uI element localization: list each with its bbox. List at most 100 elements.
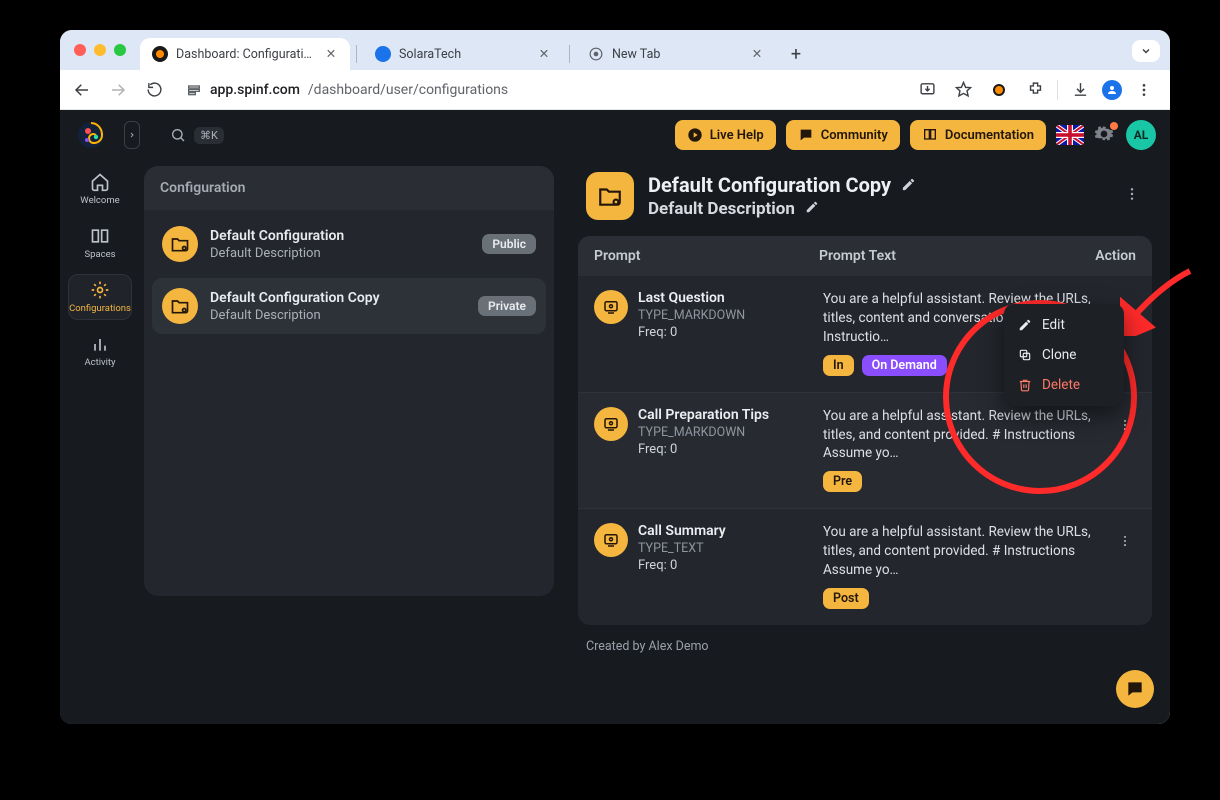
url-path: /dashboard/user/configurations [308,82,508,98]
close-tab-icon[interactable]: ✕ [537,47,551,61]
sidebar-item-label: Welcome [80,195,119,206]
window-controls [74,44,126,56]
popover-label: Clone [1042,347,1076,363]
site-recording-icon[interactable] [985,76,1013,104]
edit-title-button[interactable] [901,173,916,197]
live-help-button[interactable]: Live Help [675,120,776,150]
downloads-icon[interactable] [1066,76,1094,104]
notification-dot [1110,122,1118,130]
new-tab-button[interactable]: + [782,40,810,68]
settings-button[interactable] [1094,124,1116,146]
extensions-icon[interactable] [1021,76,1049,104]
user-avatar[interactable]: AL [1126,120,1156,150]
detail-more-button[interactable] [1120,182,1144,210]
row-actions-popover: Edit Clone Delete [1004,304,1124,406]
popover-edit[interactable]: Edit [1004,310,1124,340]
popover-label: Edit [1042,317,1065,333]
pencil-icon [901,177,916,192]
tab-favicon [375,46,391,62]
search-shortcut: ⌘K [194,127,224,144]
close-window-button[interactable] [74,44,86,56]
folder-gear-icon [586,172,634,220]
sidebar-item-activity[interactable]: Activity [68,328,132,374]
install-app-icon[interactable] [913,76,941,104]
configuration-item-0[interactable]: Default Configuration Default Descriptio… [152,216,546,272]
popover-clone[interactable]: Clone [1004,340,1124,370]
sidebar-item-welcome[interactable]: Welcome [68,166,132,212]
speech-icon [798,127,814,143]
configuration-description: Default Description [210,308,466,323]
sidebar-item-configurations[interactable]: Configurations [68,274,132,320]
prompt-row-1[interactable]: Call Preparation Tips TYPE_MARKDOWN Freq… [578,393,1152,510]
prompt-icon [594,290,628,324]
tab-divider [356,45,357,63]
community-button[interactable]: Community [786,120,900,150]
prompt-type: TYPE_TEXT [638,541,726,556]
popover-label: Delete [1042,377,1080,393]
bookmark-icon[interactable] [949,76,977,104]
copy-icon [1018,348,1032,362]
uk-flag-icon [1056,125,1084,145]
tab-favicon [152,46,168,62]
pencil-icon [805,200,819,214]
reload-button[interactable] [140,76,168,104]
tab-search-button[interactable] [1132,40,1160,62]
documentation-button[interactable]: Documentation [910,120,1046,150]
tag: On Demand [862,355,947,376]
configuration-description: Default Description [210,246,470,261]
address-bar[interactable]: app.spinf.com/dashboard/user/configurati… [176,75,905,105]
dots-vertical-icon [1118,418,1132,432]
fullscreen-window-button[interactable] [114,44,126,56]
search-input[interactable]: ⌘K [170,127,224,144]
tab-title: SolaraTech [399,47,529,62]
prompt-row-0[interactable]: Last Question TYPE_MARKDOWN Freq: 0 You … [578,276,1152,393]
browser-tab-1[interactable]: SolaraTech ✕ [363,38,563,70]
trash-icon [1018,378,1032,392]
row-more-button[interactable] [1114,529,1136,556]
brand-logo[interactable] [74,118,108,152]
folder-gear-icon [162,288,198,324]
app-root: ⌘K Live Help Community Documentation [60,110,1170,724]
close-tab-icon[interactable]: ✕ [324,47,338,61]
row-more-button[interactable] [1114,413,1136,440]
chat-icon [1125,679,1145,699]
configuration-detail-panel: Default Configuration Copy Default Descr… [578,166,1152,706]
forward-button[interactable] [104,76,132,104]
col-prompt-text: Prompt Text [819,248,1072,264]
chat-fab[interactable] [1116,670,1154,708]
detail-title: Default Configuration Copy [648,173,891,197]
close-tab-icon[interactable]: ✕ [750,47,764,61]
folder-gear-icon [162,226,198,262]
browser-tab-2[interactable]: New Tab ✕ [576,38,776,70]
configuration-title: Default Configuration Copy [210,290,466,306]
browser-toolbar: app.spinf.com/dashboard/user/configurati… [60,70,1170,110]
prompt-icon [594,523,628,557]
bar-chart-icon [90,334,110,354]
sidebar-item-spaces[interactable]: Spaces [68,220,132,266]
browser-menu-icon[interactable] [1130,76,1158,104]
edit-description-button[interactable] [805,199,819,219]
language-selector[interactable] [1056,125,1084,145]
prompt-row-2[interactable]: Call Summary TYPE_TEXT Freq: 0 You are a… [578,509,1152,625]
configuration-item-1[interactable]: Default Configuration Copy Default Descr… [152,278,546,334]
prompt-freq: Freq: 0 [638,442,769,457]
sidebar: Welcome Spaces Configurations Activity [60,160,140,724]
profile-button[interactable] [1102,80,1122,100]
pencil-icon [1018,318,1032,332]
book-open-icon [90,226,110,246]
prompt-freq: Freq: 0 [638,325,745,340]
minimize-window-button[interactable] [94,44,106,56]
back-button[interactable] [68,76,96,104]
popover-delete[interactable]: Delete [1004,370,1124,400]
prompt-text: You are a helpful assistant. Review the … [823,523,1100,580]
dots-vertical-icon [1118,534,1132,548]
book-icon [922,127,938,143]
browser-tab-0[interactable]: Dashboard: Configuration ✕ [140,38,350,70]
tag: Pre [823,471,862,492]
gear-icon [90,280,110,300]
tab-favicon [588,46,604,62]
detail-description: Default Description [648,199,795,219]
sidebar-toggle[interactable] [124,121,140,149]
site-settings-icon[interactable] [186,82,202,98]
url-host: app.spinf.com [210,82,300,98]
